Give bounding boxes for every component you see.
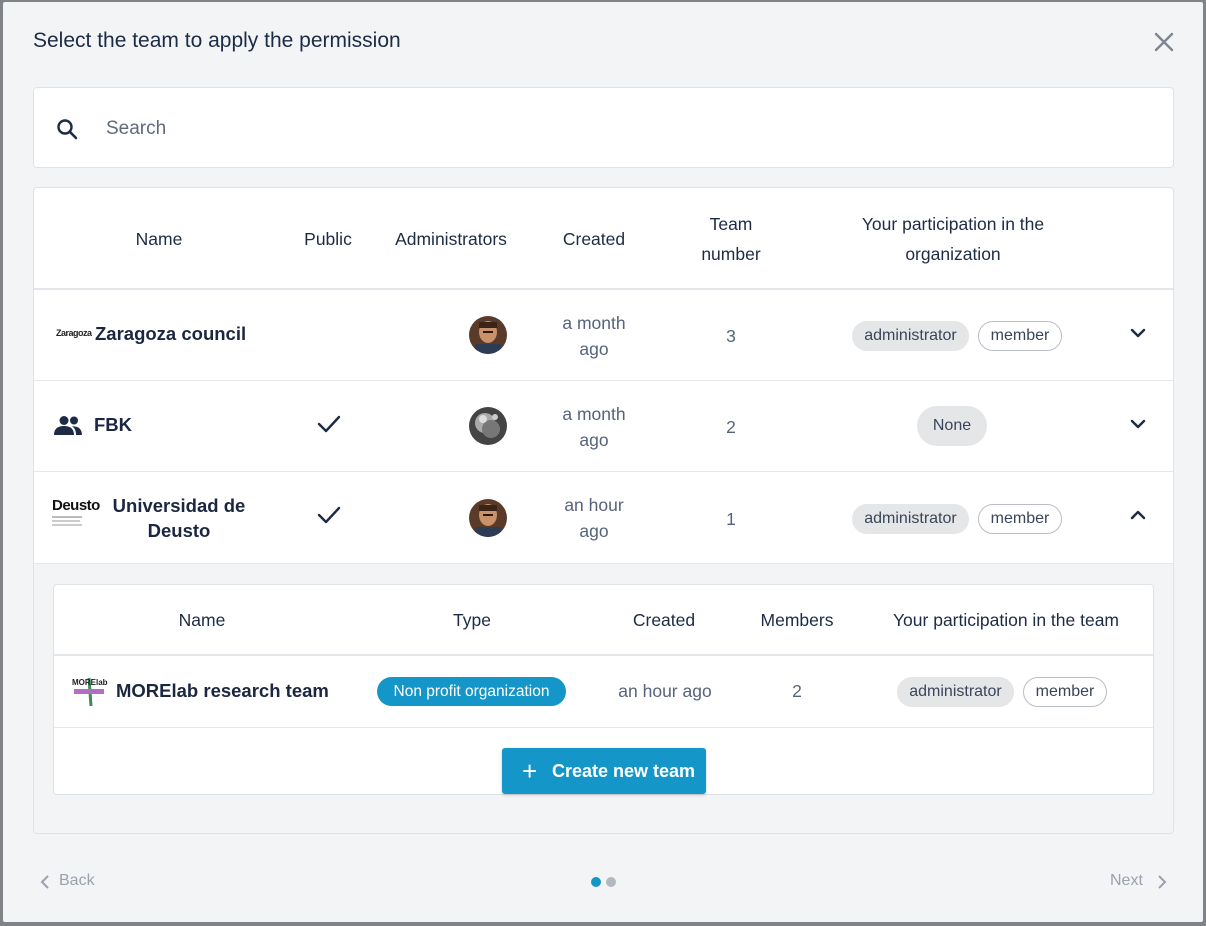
- group-icon: [54, 416, 82, 435]
- participation-chip: member: [978, 321, 1062, 351]
- created-line2: ago: [579, 521, 609, 541]
- table-row[interactable]: Deusto Universidad de Deusto an hour ago…: [34, 472, 1173, 564]
- org-name: Zaragoza council: [95, 323, 247, 344]
- participation-chip: administrator: [852, 504, 969, 534]
- team-name: MORElab research team: [116, 680, 329, 701]
- participation-chip: administrator: [897, 677, 1014, 707]
- teams-table: Name Type Created Members Your participa…: [53, 584, 1154, 795]
- teams-panel: Name Type Created Members Your participa…: [34, 564, 1173, 833]
- team-number: 1: [726, 509, 736, 529]
- org-name-line1: Universidad de: [112, 495, 246, 516]
- create-team-label: Create new team: [552, 761, 696, 781]
- created-line1: an hour: [564, 495, 624, 515]
- check-icon: [317, 506, 341, 524]
- team-created: an hour ago: [618, 681, 712, 701]
- permission-dialog: Select the team to apply the permission …: [3, 2, 1203, 922]
- avatar: [469, 407, 507, 445]
- created-line2: ago: [579, 430, 609, 450]
- team-number: 2: [726, 417, 736, 437]
- close-icon[interactable]: [1152, 30, 1176, 54]
- search-box: [33, 87, 1174, 168]
- participation-chip: None: [917, 406, 987, 446]
- header-name: Name: [135, 229, 183, 249]
- header-public: Public: [304, 229, 352, 249]
- check-icon: [317, 415, 341, 433]
- chevron-right-icon: [1158, 875, 1167, 889]
- team-row[interactable]: MORElab MORElab research team Non profit…: [54, 656, 1153, 728]
- dialog-title: Select the team to apply the permission: [33, 29, 401, 52]
- create-team-button[interactable]: + Create new team: [502, 748, 706, 794]
- back-label: Back: [59, 872, 95, 889]
- header-participation-2: organization: [905, 244, 1001, 264]
- organizations-table: Name Public Administrators Created Team …: [33, 187, 1174, 834]
- header-team-number-1: Team: [709, 214, 753, 234]
- teams-header-created: Created: [632, 610, 696, 630]
- table-row[interactable]: Zaragoza Zaragoza council a month ago 3 …: [34, 290, 1173, 381]
- created-line1: a month: [562, 404, 626, 424]
- page-dot[interactable]: [606, 877, 616, 887]
- header-administrators: Administrators: [395, 229, 507, 249]
- search-icon: [57, 119, 78, 140]
- org-name-line2: Deusto: [147, 520, 211, 541]
- teams-header-members: Members: [760, 610, 834, 630]
- teams-header-name: Name: [178, 610, 226, 630]
- plus-icon: +: [522, 756, 538, 786]
- chevron-left-icon: [40, 875, 49, 889]
- header-team-number-2: number: [701, 244, 761, 264]
- participation-chip: administrator: [852, 321, 969, 351]
- org-name: FBK: [94, 414, 133, 435]
- chevron-down-icon[interactable]: [1128, 323, 1148, 343]
- table-row[interactable]: FBK a month ago 2 None: [34, 381, 1173, 472]
- avatar: [469, 499, 507, 537]
- team-number: 3: [726, 326, 736, 346]
- created-line2: ago: [579, 339, 609, 359]
- page-dot-active[interactable]: [591, 877, 601, 887]
- team-members: 2: [792, 681, 802, 701]
- team-type-badge: Non profit organization: [377, 677, 566, 706]
- teams-header-participation: Your participation in the team: [892, 610, 1120, 630]
- org-logo: Zaragoza: [56, 328, 92, 338]
- next-label: Next: [1110, 872, 1143, 889]
- chevron-down-icon[interactable]: [1128, 414, 1148, 434]
- org-logo: Deusto: [52, 498, 100, 534]
- chevron-up-icon[interactable]: [1128, 505, 1148, 525]
- participation-chip: member: [978, 504, 1062, 534]
- created-line1: a month: [562, 313, 626, 333]
- search-input[interactable]: [106, 112, 1146, 146]
- teams-header: Name Type Created Members Your participa…: [54, 585, 1153, 656]
- participation-chip: member: [1023, 677, 1107, 707]
- teams-header-type: Type: [453, 610, 491, 630]
- avatar: [469, 316, 507, 354]
- table-header: Name Public Administrators Created Team …: [34, 188, 1173, 290]
- team-logo: MORElab: [72, 676, 108, 708]
- header-participation-1: Your participation in the: [861, 214, 1045, 234]
- header-created: Created: [562, 229, 626, 249]
